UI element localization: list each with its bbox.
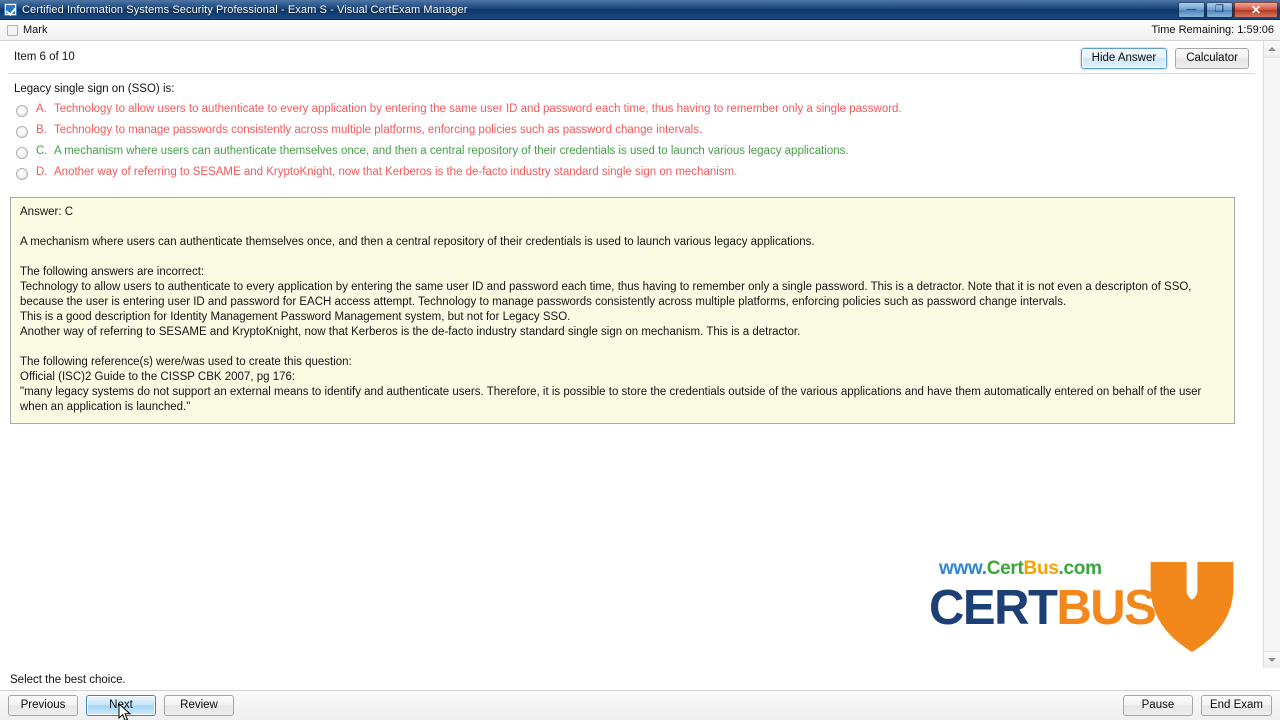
status-bar: Select the best choice.	[0, 668, 1280, 690]
minimize-button[interactable]: —	[1178, 1, 1205, 18]
certbus-logo: www.CertBus.com CERTBUS	[921, 556, 1241, 656]
answer-option-c[interactable]: C. A mechanism where users can authentica…	[14, 145, 1249, 166]
answer-blank-line	[20, 250, 1225, 265]
exam-window: Certified Information Systems Security P…	[0, 0, 1280, 720]
exam-toolbar: Mark Time Remaining: 1:59:06	[0, 20, 1280, 41]
mark-checkbox-group[interactable]: Mark	[7, 24, 47, 36]
content-wrapper: Item 6 of 10 Hide Answer Calculator Lega…	[0, 41, 1280, 668]
logo-url-text: www.CertBus.com	[939, 558, 1102, 580]
next-button[interactable]: Next	[86, 695, 156, 716]
option-text: Technology to manage passwords consisten…	[54, 124, 703, 136]
answer-line: The following reference(s) were/was used…	[20, 356, 352, 368]
maximize-icon: ❐	[1215, 3, 1224, 15]
mark-checkbox[interactable]	[7, 24, 18, 36]
answer-line: Official (ISC)2 Guide to the CISSP CBK 2…	[20, 371, 296, 383]
radio-button-icon[interactable]	[16, 147, 28, 159]
mark-label: Mark	[23, 24, 48, 36]
scroll-up-arrow[interactable]	[1264, 41, 1280, 58]
scroll-up-icon	[1268, 47, 1276, 51]
item-counter: Item 6 of 10	[14, 51, 75, 63]
logo-word-part: CERT	[929, 581, 1058, 635]
navigation-right-group: Pause End Exam	[1122, 695, 1272, 716]
answer-line: The following answers are incorrect:	[20, 266, 205, 278]
option-letter: A.	[36, 103, 47, 115]
answer-option-b[interactable]: B. Technology to manage passwords consist…	[14, 124, 1249, 145]
answer-line: Another way of referring to SESAME and K…	[20, 326, 801, 338]
hide-answer-button[interactable]: Hide Answer	[1080, 48, 1168, 69]
status-hint: Select the best choice.	[10, 673, 126, 686]
previous-button[interactable]: Previous	[8, 695, 78, 716]
option-letter: C.	[36, 145, 48, 157]
close-icon: ✕	[1250, 2, 1262, 17]
logo-word-part: BUS	[1056, 581, 1156, 635]
vertical-scrollbar[interactable]	[1263, 41, 1280, 668]
answer-explanation-panel: Answer: C A mechanism where users can aut…	[10, 197, 1235, 424]
calculator-button[interactable]: Calculator	[1175, 48, 1249, 69]
time-remaining: Time Remaining: 1:59:06	[1151, 24, 1275, 36]
question-content: Item 6 of 10 Hide Answer Calculator Lega…	[0, 41, 1263, 668]
answer-options: A. Technology to allow users to authentic…	[0, 95, 1263, 187]
checkbox-icon	[4, 3, 17, 16]
option-letter: D.	[36, 166, 48, 178]
answer-option-d[interactable]: D. Another way of referring to SESAME and…	[14, 166, 1249, 187]
item-header-row: Item 6 of 10 Hide Answer Calculator	[0, 41, 1263, 73]
radio-button-icon[interactable]	[16, 126, 28, 138]
scrollbar-track[interactable]	[1264, 58, 1280, 651]
logo-url-part: .com	[1058, 558, 1102, 579]
header-buttons: Hide Answer Calculator	[1080, 48, 1257, 69]
window-title: Certified Information Systems Security P…	[22, 3, 468, 16]
answer-line: Answer: C	[20, 206, 74, 218]
option-letter: B.	[36, 124, 47, 136]
pause-button[interactable]: Pause	[1122, 695, 1193, 716]
question-text: Legacy single sign on (SSO) is:	[14, 83, 175, 95]
option-text: Another way of referring to SESAME and K…	[54, 166, 738, 178]
scroll-down-icon	[1268, 658, 1276, 662]
window-controls: — ❐ ✕	[1177, 1, 1280, 19]
logo-url-part: Cert	[986, 558, 1024, 579]
logo-url-part: Bus	[1023, 558, 1059, 579]
scroll-down-arrow[interactable]	[1264, 651, 1280, 668]
logo-emblem-icon	[1150, 562, 1234, 652]
window-title-bar: Certified Information Systems Security P…	[0, 0, 1280, 20]
maximize-button[interactable]: ❐	[1206, 1, 1233, 18]
answer-line: Technology to allow users to authenticat…	[20, 281, 1195, 308]
radio-button-icon[interactable]	[16, 105, 28, 117]
close-button[interactable]: ✕	[1234, 1, 1278, 18]
minimize-icon: —	[1186, 3, 1197, 15]
end-exam-button[interactable]: End Exam	[1200, 695, 1272, 716]
answer-line: "many legacy systems do not support an e…	[20, 386, 1205, 413]
option-text: A mechanism where users can authenticate…	[54, 145, 849, 157]
answer-line: A mechanism where users can authenticate…	[20, 236, 815, 248]
answer-blank-line	[20, 220, 1225, 235]
answer-blank-line	[20, 340, 1225, 355]
logo-url-part: www.	[939, 558, 987, 579]
review-button[interactable]: Review	[164, 695, 234, 716]
option-text: Technology to allow users to authenticat…	[54, 103, 902, 115]
answer-option-a[interactable]: A. Technology to allow users to authentic…	[14, 103, 1249, 124]
radio-button-icon[interactable]	[16, 168, 28, 180]
logo-wordmark: CERTBUS	[929, 580, 1157, 636]
answer-line: This is a good description for Identity …	[20, 311, 571, 323]
navigation-bar: Previous Next Review Pause End Exam	[0, 690, 1280, 720]
